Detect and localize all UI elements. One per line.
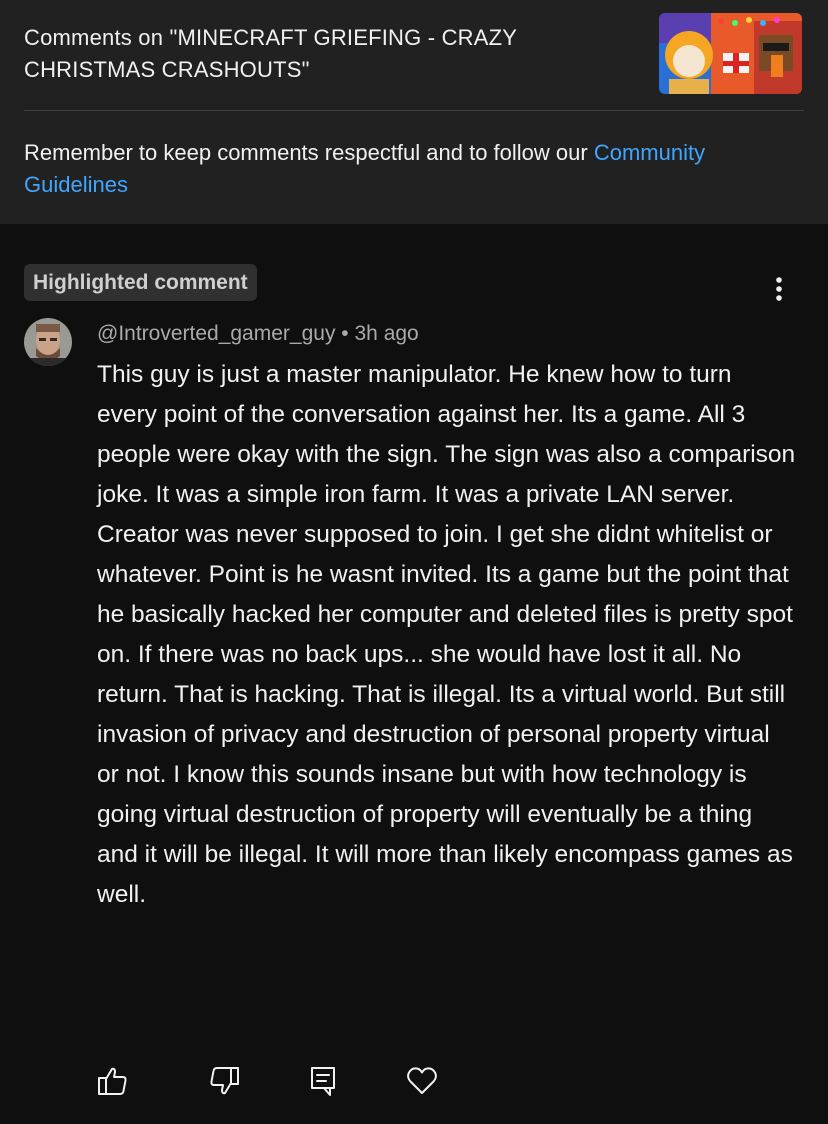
comments-header: Comments on "MINECRAFT GRIEFING - CRAZY … [0,0,828,224]
comment-author[interactable]: @Introverted_gamer_guy [97,322,335,345]
highlighted-comment-badge: Highlighted comment [24,264,257,301]
more-vertical-icon[interactable] [764,272,794,306]
comment-meta: @Introverted_gamer_guy • 3h ago [97,318,419,350]
guidelines-reminder: Remember to keep comments respectful and… [24,137,804,201]
comment-time: 3h ago [354,322,419,345]
heart-icon[interactable] [405,1064,439,1098]
reminder-text: Remember to keep comments respectful and… [24,140,594,165]
avatar[interactable] [24,318,72,366]
thumbs-down-icon[interactable] [207,1064,241,1098]
header-divider [24,110,804,111]
video-thumbnail[interactable] [659,13,802,94]
reply-icon[interactable] [306,1064,340,1098]
comment-text: This guy is just a master manipulator. H… [97,361,796,908]
comments-title: Comments on "MINECRAFT GRIEFING - CRAZY … [24,25,517,82]
meta-separator: • [341,322,349,345]
thumbs-up-icon[interactable] [96,1064,130,1098]
